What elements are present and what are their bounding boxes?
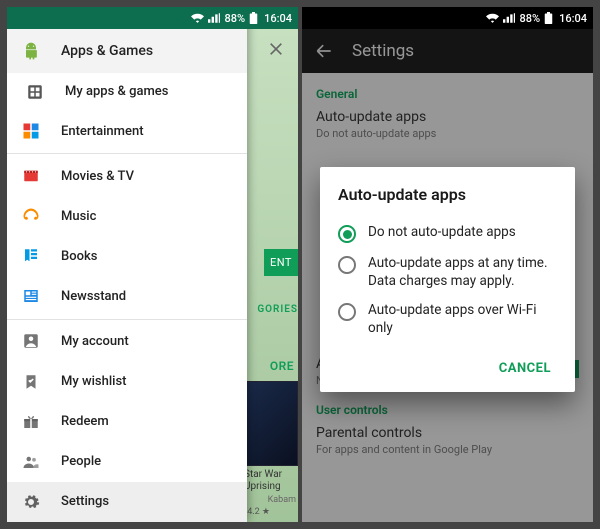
- drawer-item-wishlist[interactable]: My wishlist: [7, 362, 247, 402]
- drawer-item-label: People: [61, 454, 101, 469]
- drawer-item-my-apps[interactable]: My apps & games: [7, 73, 247, 111]
- app-title: Star War Uprising: [244, 469, 296, 493]
- signal-icon: [503, 13, 515, 23]
- navigation-drawer: Apps & Games My apps & games Entertainme…: [7, 7, 247, 522]
- drawer-item-settings[interactable]: Settings: [7, 482, 247, 522]
- apps-icon: [25, 82, 45, 102]
- clock-text: 16:04: [264, 12, 292, 25]
- drawer-item-redeem[interactable]: Redeem: [7, 402, 247, 442]
- divider: [7, 153, 247, 154]
- partial-label-ent: ENT: [264, 249, 298, 276]
- clock-text: 16:04: [559, 12, 587, 25]
- battery-icon: [249, 12, 258, 24]
- drawer-header-label: Apps & Games: [61, 43, 153, 59]
- gift-icon: [21, 412, 41, 432]
- android-icon: [21, 41, 41, 61]
- signal-icon: [208, 13, 220, 23]
- app-thumbnail[interactable]: [243, 381, 298, 466]
- drawer-item-label: Newsstand: [61, 289, 126, 304]
- screen-left: 88% 16:04 ENT GORIES ORE Star War Uprisi…: [7, 7, 298, 522]
- drawer-item-label: Settings: [61, 494, 109, 509]
- drawer-item-label: My wishlist: [61, 374, 127, 389]
- drawer-item-label: My account: [61, 334, 129, 349]
- drawer-item-label: Redeem: [61, 414, 109, 429]
- auto-update-dialog: Auto-update apps Do not auto-update apps…: [320, 167, 575, 392]
- radio-label: Auto-update apps at any time. Data charg…: [368, 255, 557, 290]
- drawer-item-people[interactable]: People: [7, 442, 247, 482]
- drawer-item-account[interactable]: My account: [7, 321, 247, 361]
- status-bar: 88% 16:04: [302, 7, 593, 29]
- screen-right: 88% 16:04 Settings General Auto-update a…: [302, 7, 593, 522]
- radio-option-do-not-update[interactable]: Do not auto-update apps: [338, 218, 557, 249]
- drawer-item-newsstand[interactable]: Newsstand: [7, 276, 247, 316]
- music-icon: [21, 206, 41, 226]
- partial-label-more: ORE: [270, 359, 294, 373]
- radio-label: Do not auto-update apps: [368, 224, 516, 242]
- radio-label: Auto-update apps over Wi-Fi only: [368, 302, 557, 337]
- partial-label-categories: GORIES: [257, 304, 298, 315]
- drawer-item-label: Movies & TV: [61, 169, 134, 184]
- drawer-item-music[interactable]: Music: [7, 196, 247, 236]
- cancel-button[interactable]: CANCEL: [493, 353, 557, 384]
- app-rating: 4.2 ★: [247, 507, 270, 517]
- drawer-item-entertainment[interactable]: Entertainment: [7, 111, 247, 151]
- drawer-item-label: Entertainment: [61, 124, 144, 139]
- dialog-title: Auto-update apps: [338, 185, 557, 204]
- radio-option-wifi-only[interactable]: Auto-update apps over Wi-Fi only: [338, 296, 557, 343]
- wifi-icon: [191, 13, 204, 23]
- radio-unselected-icon: [338, 303, 356, 321]
- app-publisher: Kabam: [268, 495, 296, 505]
- bookmark-icon: [21, 372, 41, 392]
- wifi-icon: [486, 13, 499, 23]
- dialog-actions: CANCEL: [338, 353, 557, 384]
- drawer-item-label: Music: [61, 209, 96, 224]
- drawer-item-books[interactable]: Books: [7, 236, 247, 276]
- gear-icon: [21, 492, 41, 512]
- status-bar: 88% 16:04: [7, 7, 298, 29]
- battery-icon: [544, 12, 553, 24]
- battery-text: 88%: [224, 12, 245, 25]
- battery-text: 88%: [519, 12, 540, 25]
- close-button[interactable]: [262, 35, 290, 63]
- radio-unselected-icon: [338, 256, 356, 274]
- divider: [7, 319, 247, 320]
- entertainment-icon: [21, 121, 41, 141]
- drawer-item-movies[interactable]: Movies & TV: [7, 156, 247, 196]
- books-icon: [21, 246, 41, 266]
- account-icon: [21, 331, 41, 351]
- radio-selected-icon: [338, 225, 356, 243]
- radio-option-any-time[interactable]: Auto-update apps at any time. Data charg…: [338, 249, 557, 296]
- newsstand-icon: [21, 286, 41, 306]
- drawer-sub-label: My apps & games: [65, 84, 168, 99]
- drawer-item-label: Books: [61, 249, 97, 264]
- people-icon: [21, 452, 41, 472]
- drawer-header-apps-games[interactable]: Apps & Games: [7, 29, 247, 73]
- movies-icon: [21, 166, 41, 186]
